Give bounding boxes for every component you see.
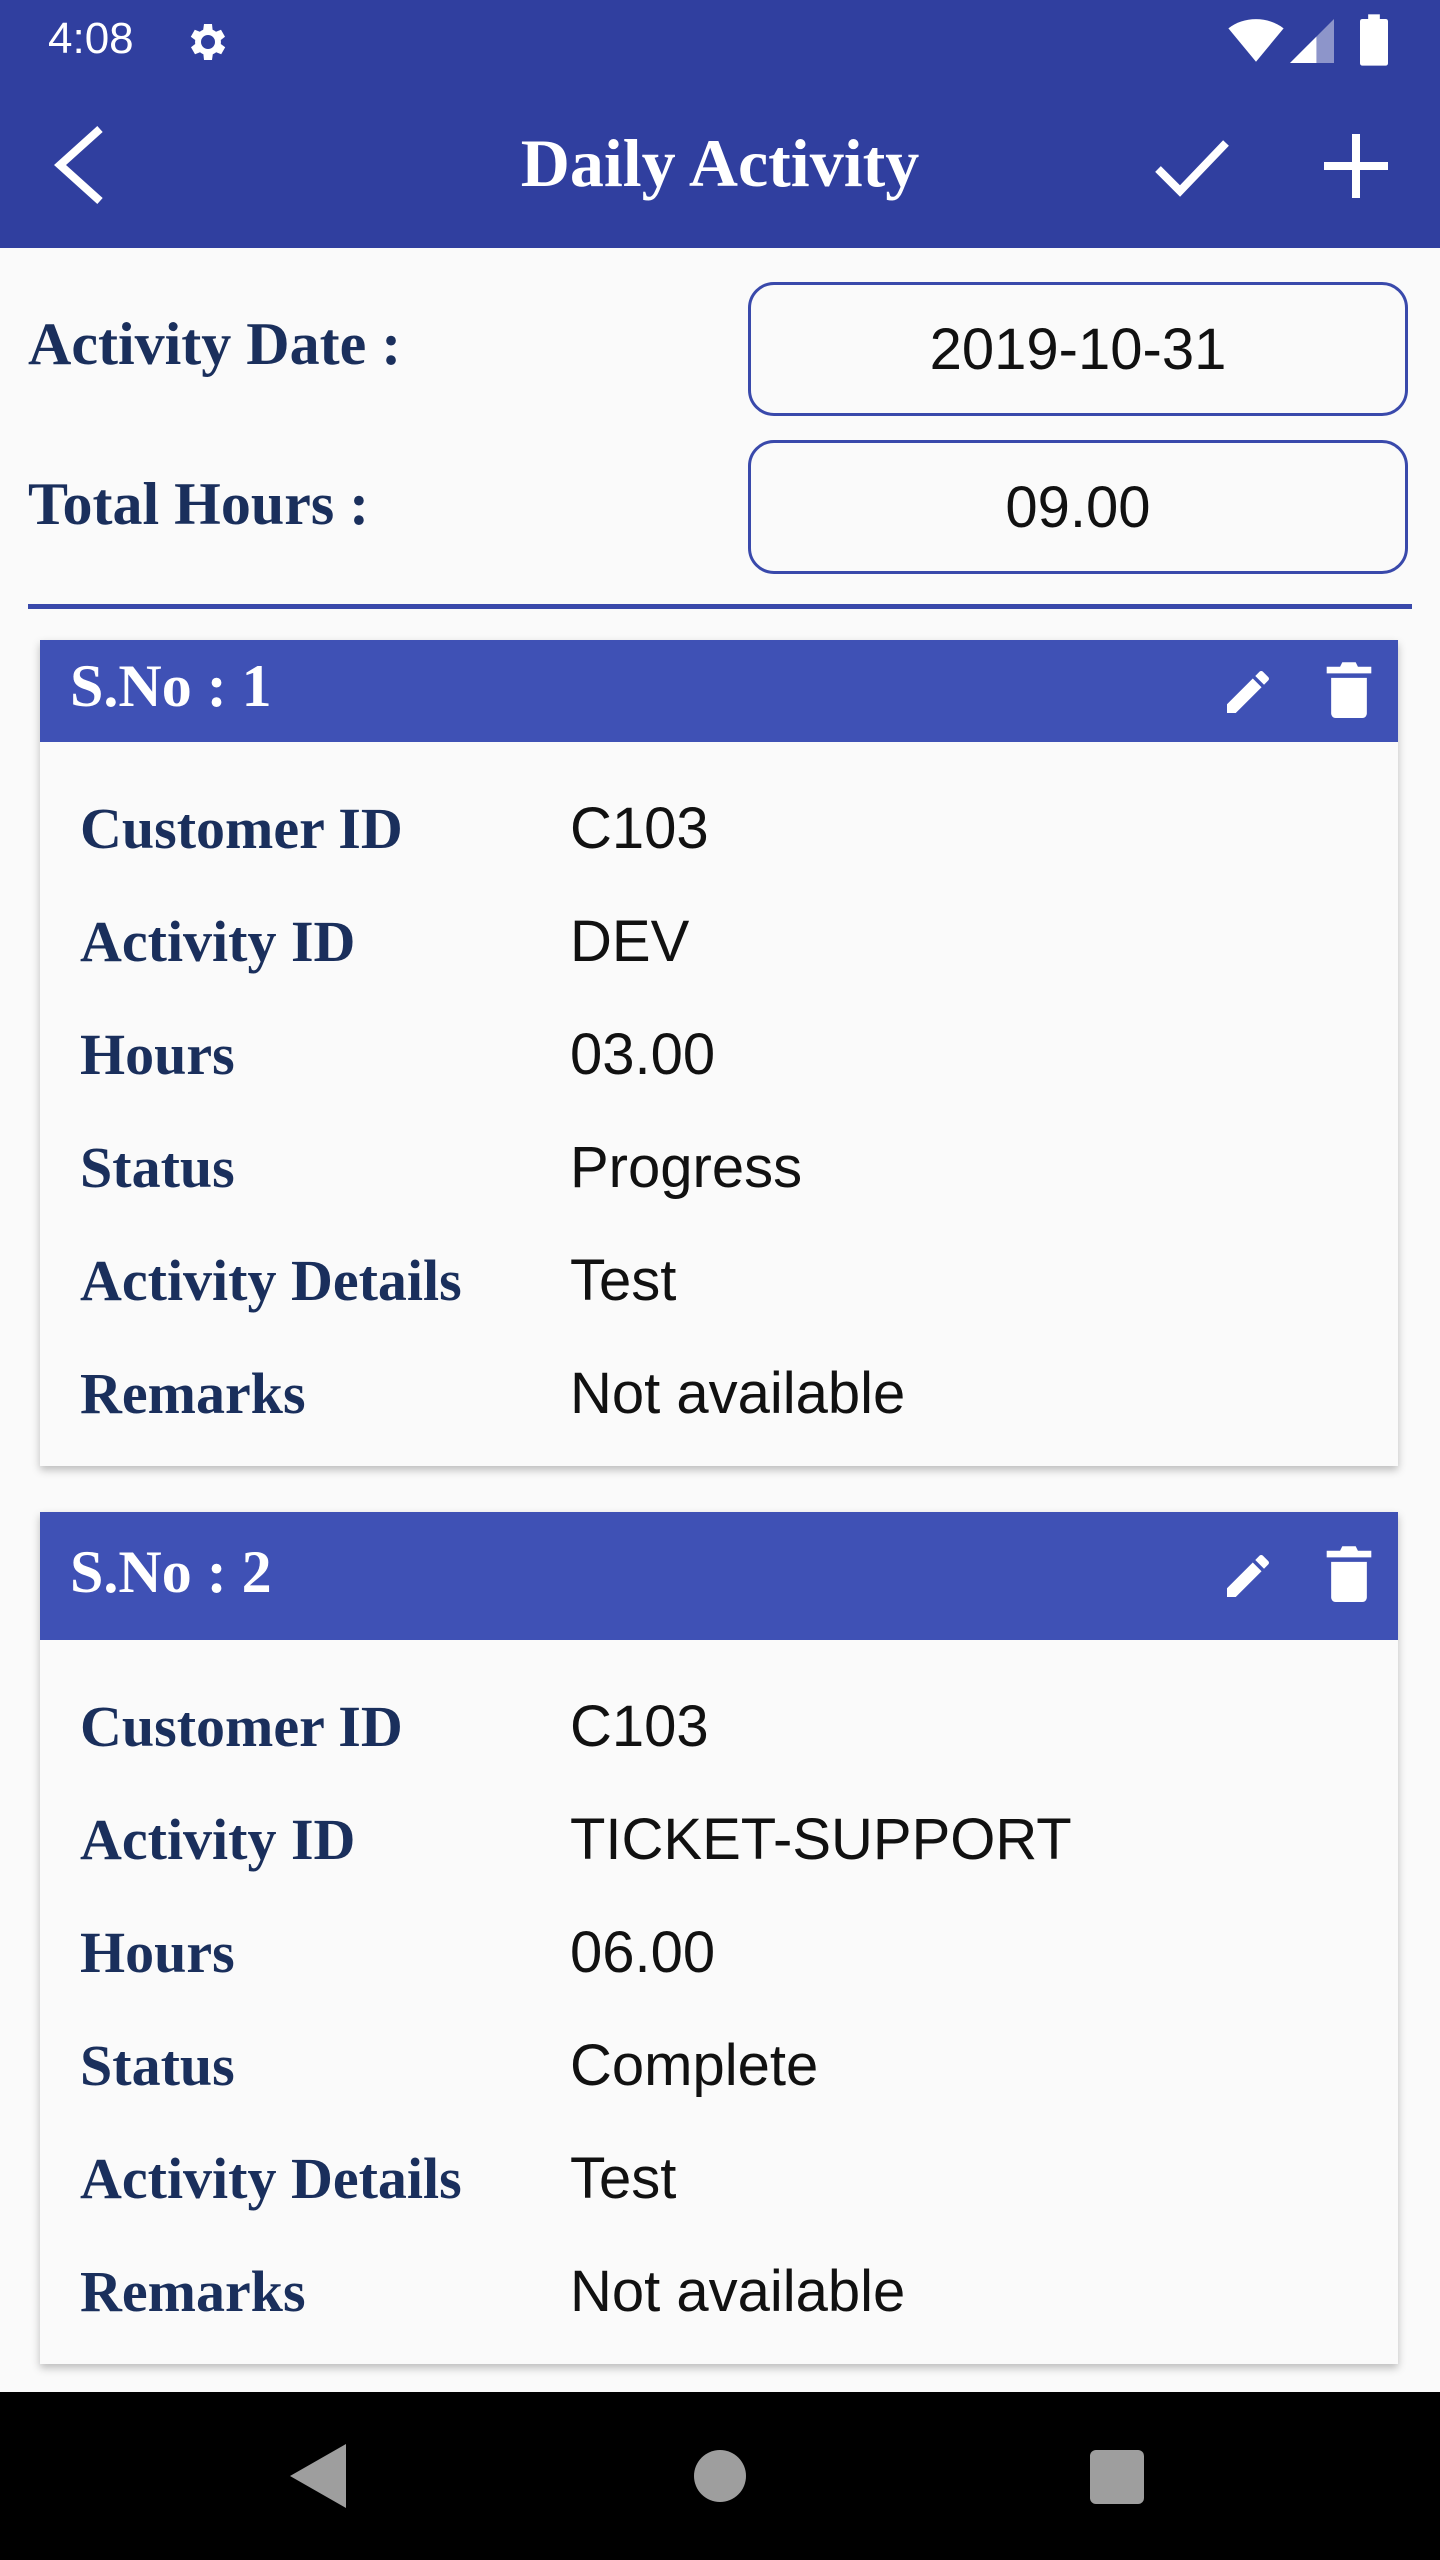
- back-arrow-icon[interactable]: [48, 120, 112, 210]
- total-hours-value: 09.00: [1005, 474, 1151, 540]
- activity-details-value: Test: [570, 1248, 677, 1313]
- nav-recents-icon[interactable]: [1090, 2450, 1144, 2504]
- activity-card: S.No : 1 Customer ID C103 Activity ID DE…: [40, 640, 1398, 1466]
- card-body: Customer ID C103 Activity ID DEV Hours 0…: [50, 742, 1388, 1466]
- table-row: Activity ID DEV: [50, 885, 1388, 998]
- card-header: S.No : 2: [40, 1512, 1398, 1640]
- hours-label: Hours: [80, 1022, 235, 1087]
- cell-signal-icon: [1290, 19, 1334, 63]
- remarks-label: Remarks: [80, 2259, 306, 2324]
- table-row: Hours 03.00: [50, 998, 1388, 1111]
- wifi-icon: [1228, 19, 1284, 62]
- table-row: Status Progress: [50, 1111, 1388, 1224]
- activity-date-value: 2019-10-31: [929, 316, 1227, 382]
- activity-id-label: Activity ID: [80, 1807, 356, 1872]
- customer-id-value: C103: [570, 796, 709, 861]
- app-bar: Daily Activity: [0, 84, 1440, 248]
- status-label: Status: [80, 2033, 235, 2098]
- activity-details-label: Activity Details: [80, 2146, 462, 2211]
- divider: [28, 604, 1412, 609]
- activity-details-label: Activity Details: [80, 1248, 462, 1313]
- total-hours-label: Total Hours :: [28, 471, 370, 537]
- status-bar: 4:08: [0, 0, 1440, 84]
- customer-id-label: Customer ID: [80, 796, 403, 861]
- hours-value: 06.00: [570, 1920, 716, 1985]
- trash-icon[interactable]: [1326, 1544, 1372, 1602]
- card-header: S.No : 1: [40, 640, 1398, 742]
- customer-id-value: C103: [570, 1694, 709, 1759]
- activity-id-value: DEV: [570, 909, 690, 974]
- table-row: Hours 06.00: [50, 1896, 1388, 2009]
- table-row: Customer ID C103: [50, 1670, 1388, 1783]
- activity-date-label: Activity Date :: [28, 311, 402, 377]
- card-title: S.No : 1: [70, 653, 272, 719]
- remarks-value: Not available: [570, 1361, 906, 1426]
- activity-details-value: Test: [570, 2146, 677, 2211]
- activity-id-label: Activity ID: [80, 909, 356, 974]
- table-row: Remarks Not available: [50, 2235, 1388, 2348]
- status-label: Status: [80, 1135, 235, 1200]
- status-time: 4:08: [48, 14, 134, 63]
- check-icon[interactable]: [1152, 132, 1232, 202]
- pencil-icon[interactable]: [1220, 1548, 1276, 1604]
- activity-card: S.No : 2 Customer ID C103 Activity ID TI…: [40, 1512, 1398, 2364]
- activity-date-field[interactable]: 2019-10-31: [748, 282, 1408, 416]
- hours-label: Hours: [80, 1920, 235, 1985]
- activity-id-value: TICKET-SUPPORT: [570, 1807, 1072, 1872]
- table-row: Activity Details Test: [50, 1224, 1388, 1337]
- battery-icon: [1360, 14, 1388, 66]
- table-row: Activity Details Test: [50, 2122, 1388, 2235]
- nav-home-icon[interactable]: [694, 2450, 746, 2502]
- card-title: S.No : 2: [70, 1539, 272, 1605]
- navigation-bar: [0, 2392, 1440, 2560]
- table-row: Activity ID TICKET-SUPPORT: [50, 1783, 1388, 1896]
- table-row: Status Complete: [50, 2009, 1388, 2122]
- status-value: Complete: [570, 2033, 819, 2098]
- status-value: Progress: [570, 1135, 803, 1200]
- pencil-icon[interactable]: [1220, 664, 1276, 720]
- plus-icon[interactable]: [1320, 130, 1392, 202]
- remarks-label: Remarks: [80, 1361, 306, 1426]
- remarks-value: Not available: [570, 2259, 906, 2324]
- table-row: Remarks Not available: [50, 1337, 1388, 1450]
- customer-id-label: Customer ID: [80, 1694, 403, 1759]
- table-row: Customer ID C103: [50, 772, 1388, 885]
- gear-icon: [190, 24, 226, 60]
- hours-value: 03.00: [570, 1022, 716, 1087]
- trash-icon[interactable]: [1326, 660, 1372, 718]
- nav-back-icon[interactable]: [290, 2444, 346, 2508]
- card-body: Customer ID C103 Activity ID TICKET-SUPP…: [50, 1640, 1388, 2364]
- total-hours-field[interactable]: 09.00: [748, 440, 1408, 574]
